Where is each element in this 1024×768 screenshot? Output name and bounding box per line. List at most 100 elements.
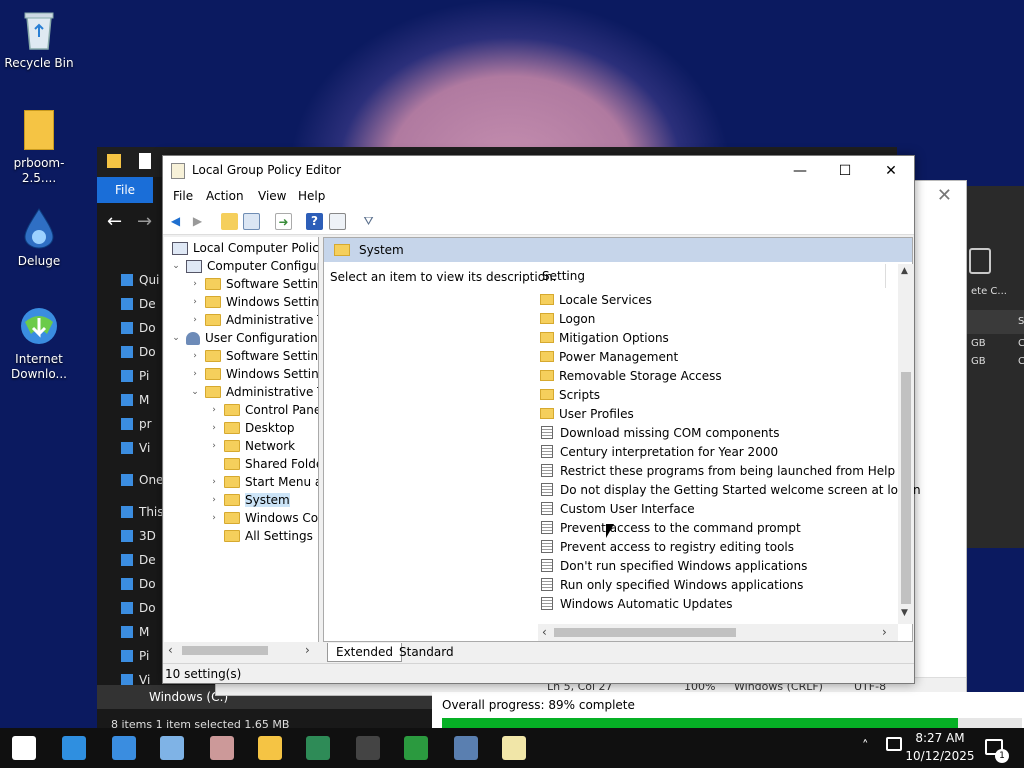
menu-action[interactable]: Action [206, 189, 244, 203]
desktop-icon-idm[interactable]: Internet Downlo... [0, 304, 78, 382]
filter-icon[interactable]: ⛛ [360, 213, 377, 230]
scroll-thumb[interactable] [554, 628, 736, 637]
chevron-right-icon[interactable]: › [208, 513, 220, 523]
scroll-left-icon[interactable]: ‹ [168, 643, 173, 657]
settings-policy-item[interactable]: Prevent access to registry editing tools [540, 537, 794, 556]
tree-item[interactable]: › Windows Setting [189, 293, 318, 311]
tree-item[interactable]: Local Computer Policy [168, 239, 318, 257]
explorer-file-tab[interactable]: File [97, 177, 153, 203]
chevron-right-icon[interactable]: › [189, 369, 201, 379]
tree-item[interactable]: › Windows Cor [208, 509, 318, 527]
chevron-down-icon[interactable]: ⌄ [170, 333, 182, 343]
settings-policy-item[interactable]: Custom User Interface [540, 499, 695, 518]
tree-item[interactable]: › System [208, 491, 290, 509]
back-arrow-icon[interactable]: ← [107, 211, 122, 232]
settings-policy-item[interactable]: Windows Automatic Updates [540, 594, 732, 613]
clock-date[interactable]: 10/12/2025 [905, 749, 975, 763]
task-manager-icon[interactable] [112, 736, 136, 760]
menu-help[interactable]: Help [298, 189, 325, 203]
explorer-sidebar-item[interactable]: Pi [121, 369, 149, 383]
settings-folder-item[interactable]: Removable Storage Access [540, 366, 722, 385]
explorer-sidebar-item[interactable]: Do [121, 345, 156, 359]
explorer-sidebar-item[interactable]: De [121, 553, 156, 567]
tree-item[interactable]: › Desktop [208, 419, 294, 437]
close-icon[interactable]: ✕ [937, 185, 952, 206]
settings-policy-item[interactable]: Download missing COM components [540, 423, 780, 442]
explorer-sidebar-item[interactable]: Vi [121, 441, 150, 455]
chevron-right-icon[interactable]: › [189, 297, 201, 307]
settings-folder-item[interactable]: Mitigation Options [540, 328, 669, 347]
forward-arrow-icon[interactable]: → [137, 211, 152, 232]
settings-folder-item[interactable]: Scripts [540, 385, 600, 404]
tab-standard[interactable]: Standard [391, 643, 462, 662]
explorer-sidebar-item[interactable]: M [121, 393, 149, 407]
settings-folder-item[interactable]: Locale Services [540, 290, 652, 309]
chevron-down-icon[interactable]: ⌄ [170, 261, 182, 271]
tree-item[interactable]: ⌄ Computer Configura [170, 257, 318, 275]
explorer-sidebar-item[interactable]: pr [121, 417, 152, 431]
tree-item[interactable]: › Control Panel [208, 401, 318, 419]
tree-item[interactable]: Shared Folder [208, 455, 318, 473]
desktop-icon-recycle-bin[interactable]: Recycle Bin [0, 8, 78, 71]
explorer-sidebar-item[interactable]: De [121, 297, 156, 311]
tree-horizontal-scrollbar[interactable]: ‹ › [164, 642, 319, 659]
close-button[interactable]: ✕ [871, 159, 911, 183]
explorer-sidebar-item[interactable]: Do [121, 321, 156, 335]
explorer-sidebar-item[interactable]: 3D [121, 529, 156, 543]
forward-icon[interactable]: ▶ [189, 213, 206, 230]
notepad-app-icon[interactable] [160, 736, 184, 760]
tree-item[interactable]: › Administrative Te [189, 311, 318, 329]
maximize-button[interactable]: ☐ [825, 159, 865, 183]
scroll-thumb[interactable] [182, 646, 268, 655]
tree-item[interactable]: › Start Menu ar [208, 473, 318, 491]
up-folder-icon[interactable] [221, 213, 238, 230]
file-explorer-icon[interactable] [258, 736, 282, 760]
tree-item[interactable]: › Software Settings [189, 275, 318, 293]
scroll-down-icon[interactable]: ▼ [901, 608, 908, 618]
search-app-icon[interactable] [62, 736, 86, 760]
chevron-right-icon[interactable]: › [208, 441, 220, 451]
settings-policy-item[interactable]: Prevent access to the command prompt [540, 518, 801, 537]
tree-item[interactable]: › Software Settings [189, 347, 318, 365]
settings-folder-item[interactable]: User Profiles [540, 404, 634, 423]
explorer-sidebar-item[interactable]: M [121, 625, 149, 639]
chevron-right-icon[interactable]: › [208, 477, 220, 487]
gpe-icon[interactable] [454, 736, 478, 760]
menu-view[interactable]: View [258, 189, 286, 203]
notepad2-icon[interactable] [502, 736, 526, 760]
trash-icon[interactable] [969, 248, 991, 274]
chevron-right-icon[interactable]: › [208, 405, 220, 415]
scroll-right-icon[interactable]: › [882, 625, 887, 639]
scroll-thumb[interactable] [901, 372, 911, 604]
clock-time[interactable]: 8:27 AM [912, 731, 968, 745]
settings-policy-item[interactable]: Restrict these programs from being launc… [540, 461, 895, 480]
start-icon[interactable] [12, 736, 36, 760]
scroll-left-icon[interactable]: ‹ [542, 625, 547, 639]
explorer-sidebar-item[interactable]: Pi [121, 649, 149, 663]
scroll-up-icon[interactable]: ▲ [901, 266, 908, 276]
tree-item[interactable]: › Windows Setting [189, 365, 318, 383]
settings-policy-item[interactable]: Don't run specified Windows applications [540, 556, 807, 575]
explorer-sidebar-item[interactable]: One [121, 473, 163, 487]
horizontal-scrollbar[interactable]: ‹ › [538, 624, 898, 641]
properties-icon[interactable] [329, 213, 346, 230]
column-separator[interactable] [885, 264, 886, 288]
chevron-right-icon[interactable]: › [208, 495, 220, 505]
settings-policy-item[interactable]: Run only specified Windows applications [540, 575, 803, 594]
tree-item[interactable]: All Settings [208, 527, 313, 545]
7zip-icon[interactable] [356, 736, 380, 760]
settings-policy-item[interactable]: Do not display the Getting Started welco… [540, 480, 921, 499]
tree-item[interactable]: ⌄ User Configuration [170, 329, 317, 347]
chevron-down-icon[interactable]: ⌄ [189, 387, 201, 397]
user-photo-icon[interactable] [210, 736, 234, 760]
column-header-setting[interactable]: Setting [542, 269, 585, 283]
settings-folder-item[interactable]: Logon [540, 309, 595, 328]
minimize-button[interactable]: — [780, 159, 820, 183]
network-icon[interactable] [886, 737, 902, 751]
help-icon[interactable]: ? [306, 213, 323, 230]
chevron-right-icon[interactable]: › [189, 315, 201, 325]
menu-file[interactable]: File [173, 189, 193, 203]
chevron-right-icon[interactable]: › [189, 279, 201, 289]
explorer-sidebar-item[interactable]: Do [121, 577, 156, 591]
vertical-scrollbar[interactable]: ▲ ▼ [898, 264, 914, 624]
